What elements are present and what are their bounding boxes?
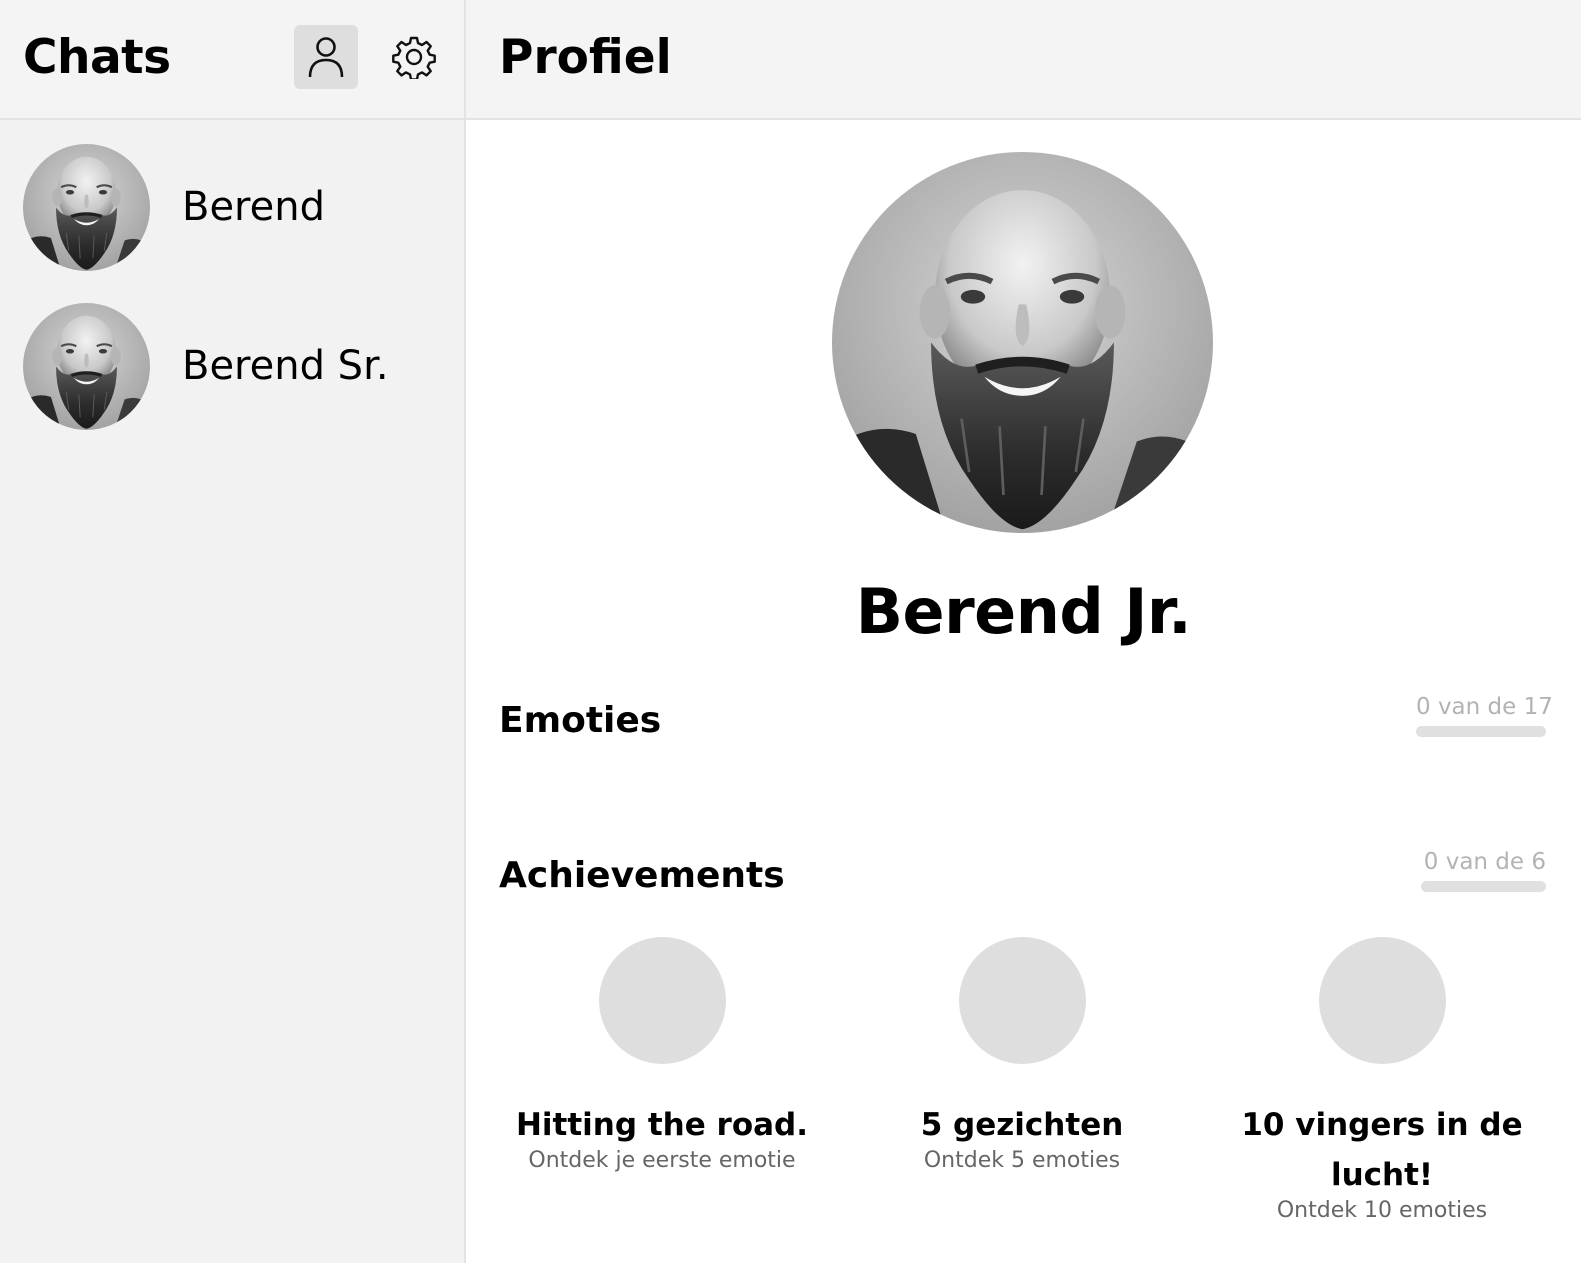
settings-button[interactable] bbox=[382, 25, 446, 89]
sidebar-title: Chats bbox=[23, 30, 171, 85]
gear-icon bbox=[392, 36, 436, 79]
chat-name: Berend bbox=[182, 184, 325, 230]
achievement-title: Hitting the road. bbox=[515, 1107, 809, 1143]
achievements-progress-bar bbox=[1421, 881, 1546, 892]
chat-sidebar: Chats Berend Berend Sr. bbox=[0, 0, 466, 1263]
achievement-description: Ontdek je eerste emotie bbox=[528, 1148, 796, 1173]
achievement-item: 5 gezichten Ontdek 5 emoties bbox=[842, 937, 1202, 1226]
emotions-progress: 0 van de 17 bbox=[1416, 694, 1553, 737]
achievement-title: 10 vingers in de lucht! bbox=[1241, 1107, 1523, 1193]
achievement-badge-placeholder bbox=[958, 937, 1086, 1064]
profile-button[interactable] bbox=[294, 25, 358, 89]
sidebar-header: Chats bbox=[0, 0, 464, 120]
achievements-progress: 0 van de 6 bbox=[1421, 849, 1546, 892]
chat-item-berend-sr[interactable]: Berend Sr. bbox=[0, 291, 464, 441]
main-header: Profiel bbox=[466, 0, 1581, 120]
achievement-item: 10 vingers in de lucht! Ontdek 10 emotie… bbox=[1202, 937, 1562, 1226]
achievements-progress-label: 0 van de 6 bbox=[1423, 849, 1546, 875]
achievement-description: Ontdek 10 emoties bbox=[1276, 1198, 1488, 1223]
achievements-list: Hitting the road. Ontdek je eerste emoti… bbox=[482, 937, 1562, 1226]
achievement-description: Ontdek 5 emoties bbox=[923, 1148, 1121, 1173]
chat-item-berend[interactable]: Berend bbox=[0, 132, 464, 282]
chat-name: Berend Sr. bbox=[182, 343, 389, 389]
profile-name: Berend Jr. bbox=[855, 575, 1192, 648]
achievement-title: 5 gezichten bbox=[920, 1107, 1124, 1143]
avatar bbox=[23, 303, 150, 430]
achievements-heading: Achievements bbox=[499, 855, 785, 896]
emotions-progress-label: 0 van de 17 bbox=[1416, 694, 1553, 720]
avatar bbox=[23, 144, 150, 271]
emotions-heading: Emoties bbox=[499, 700, 662, 741]
emotions-progress-bar bbox=[1416, 726, 1546, 737]
achievement-badge-placeholder bbox=[598, 937, 726, 1064]
page-title: Profiel bbox=[499, 30, 672, 85]
achievement-badge-placeholder bbox=[1318, 937, 1446, 1064]
achievement-item: Hitting the road. Ontdek je eerste emoti… bbox=[482, 937, 842, 1226]
profile-panel: Profiel Berend Jr. Emoties 0 van de 17 A… bbox=[466, 0, 1581, 1263]
profile-avatar bbox=[832, 152, 1213, 533]
person-icon bbox=[308, 37, 344, 78]
